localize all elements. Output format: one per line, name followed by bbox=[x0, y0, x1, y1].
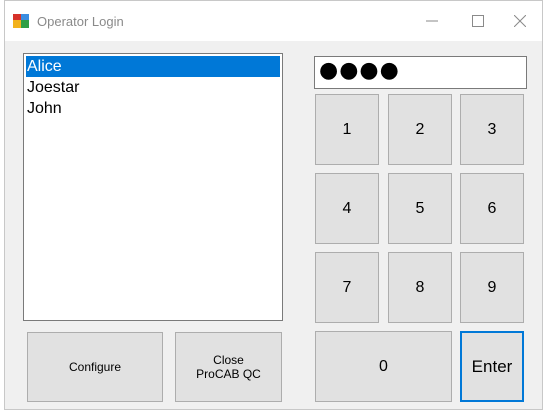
operator-item-alice[interactable]: Alice bbox=[26, 56, 280, 77]
minimize-button[interactable] bbox=[409, 1, 455, 41]
operator-list[interactable]: Alice Joestar John bbox=[23, 53, 283, 321]
keypad-9-button[interactable]: 9 bbox=[460, 252, 524, 323]
operator-item-john[interactable]: John bbox=[24, 98, 282, 119]
maximize-button[interactable] bbox=[455, 1, 501, 41]
keypad-1-button[interactable]: 1 bbox=[315, 94, 379, 165]
close-window-button[interactable] bbox=[497, 1, 543, 41]
close-procab-qc-button[interactable]: Close ProCAB QC bbox=[175, 332, 282, 402]
window-title: Operator Login bbox=[37, 14, 124, 29]
enter-button[interactable]: Enter bbox=[460, 331, 524, 402]
close-button-label-line1: Close bbox=[213, 353, 244, 367]
minimize-icon bbox=[426, 20, 438, 22]
keypad-6-button[interactable]: 6 bbox=[460, 173, 524, 244]
close-button-label-line2: ProCAB QC bbox=[196, 367, 261, 381]
keypad-8-button[interactable]: 8 bbox=[388, 252, 452, 323]
keypad-7-button[interactable]: 7 bbox=[315, 252, 379, 323]
operator-login-window: Operator Login Alice Joestar John ●●●● 1… bbox=[4, 0, 543, 410]
password-field[interactable]: ●●●● bbox=[314, 56, 527, 89]
configure-button[interactable]: Configure bbox=[27, 332, 163, 402]
keypad-4-button[interactable]: 4 bbox=[315, 173, 379, 244]
app-icon bbox=[13, 14, 29, 28]
title-bar: Operator Login bbox=[5, 1, 542, 41]
keypad-5-button[interactable]: 5 bbox=[388, 173, 452, 244]
keypad-3-button[interactable]: 3 bbox=[460, 94, 524, 165]
maximize-icon bbox=[472, 15, 484, 27]
keypad-2-button[interactable]: 2 bbox=[388, 94, 452, 165]
close-icon bbox=[514, 15, 526, 27]
keypad-0-button[interactable]: 0 bbox=[315, 331, 452, 402]
operator-item-joestar[interactable]: Joestar bbox=[24, 77, 282, 98]
